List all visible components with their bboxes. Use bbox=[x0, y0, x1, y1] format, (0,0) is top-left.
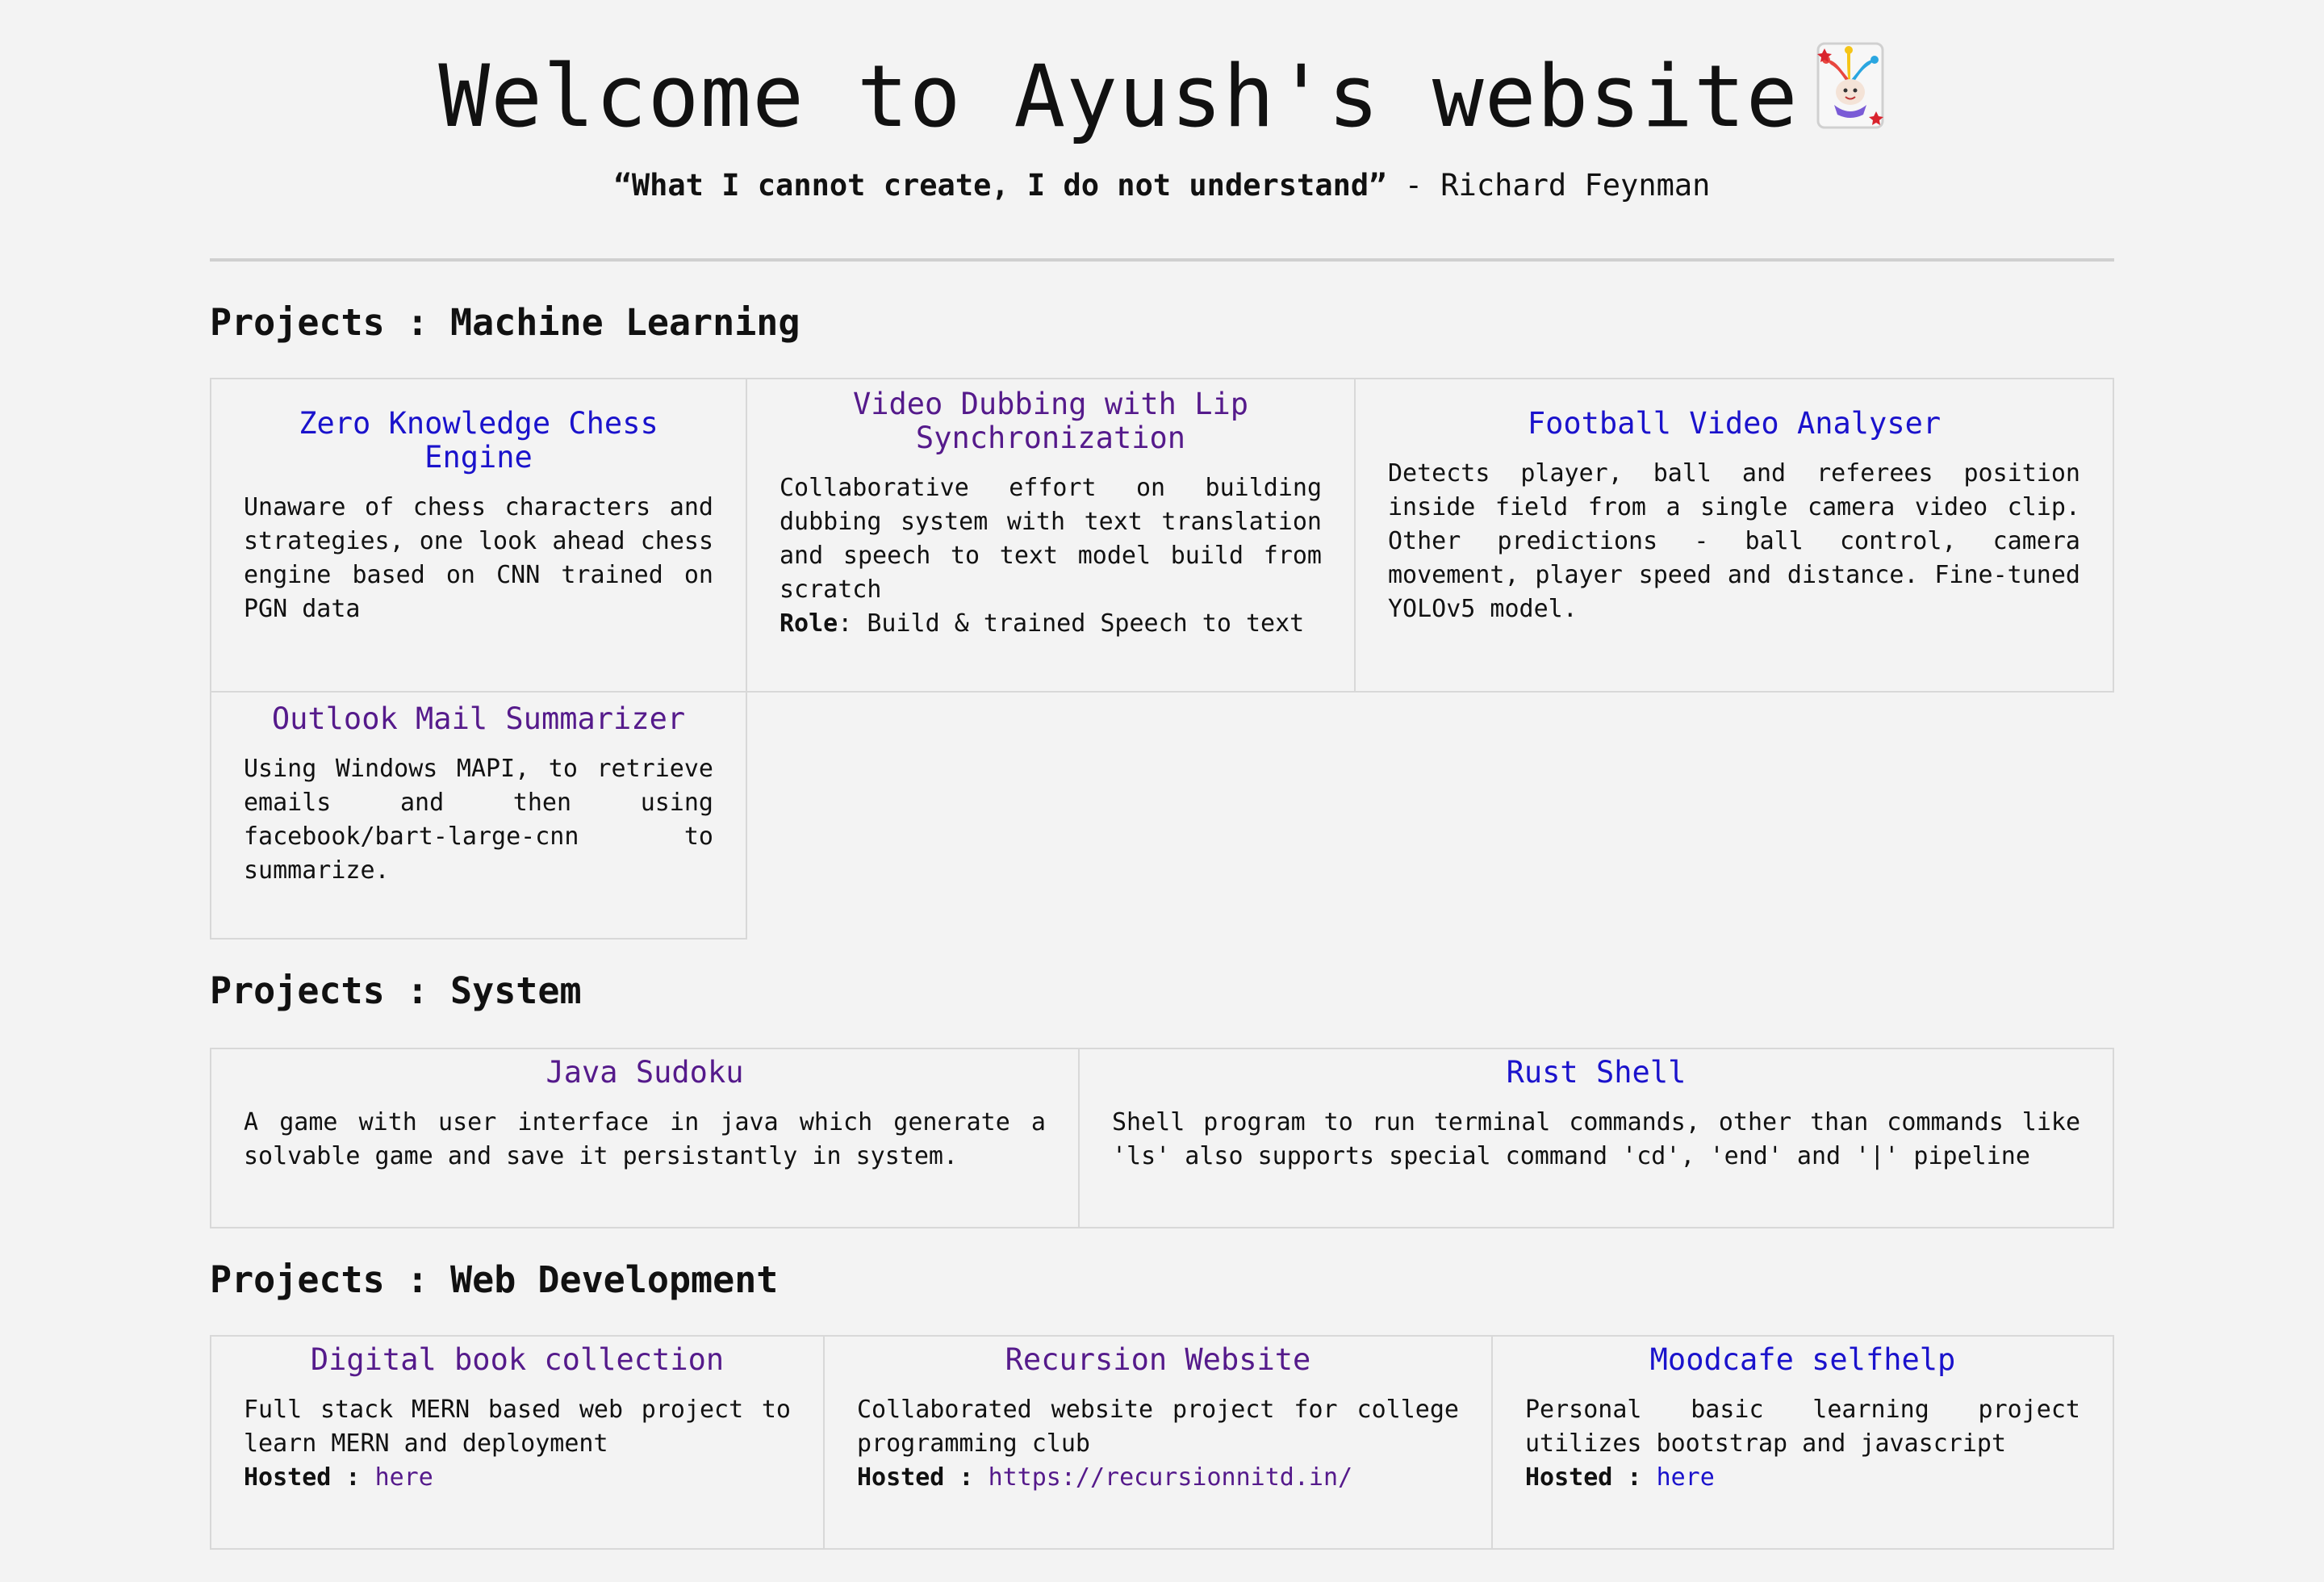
project-description: Full stack MERN based web project to lea… bbox=[244, 1396, 791, 1458]
project-title: Rust Shell bbox=[1112, 1056, 2080, 1090]
project-link-rust-shell[interactable]: Rust Shell bbox=[1507, 1055, 1687, 1090]
section-heading-ml: Projects : Machine Learning bbox=[210, 301, 800, 344]
project-link-sudoku[interactable]: Java Sudoku bbox=[545, 1055, 743, 1090]
title-text: Welcome to Ayush's website bbox=[438, 47, 1799, 146]
system-projects-grid: Java Sudoku A game with user interface i… bbox=[210, 1048, 2114, 1228]
project-link-dubbing[interactable]: Video Dubbing with Lip Synchronization bbox=[853, 387, 1248, 455]
quote-author: Richard Feynman bbox=[1440, 168, 1711, 203]
project-title: Video Dubbing with Lip Synchronization bbox=[780, 387, 1322, 455]
section-heading-system: Projects : System bbox=[210, 969, 582, 1012]
project-role: Role: Build & trained Speech to text bbox=[780, 607, 1322, 641]
project-title: Recursion Website bbox=[857, 1343, 1459, 1377]
project-description: Shell program to run terminal commands, … bbox=[1112, 1108, 2080, 1170]
section-heading-web: Projects : Web Development bbox=[210, 1258, 779, 1301]
hosted-label: Hosted : bbox=[244, 1463, 361, 1492]
project-card-sudoku: Java Sudoku A game with user interface i… bbox=[211, 1049, 1080, 1227]
role-label: Role bbox=[780, 609, 838, 638]
project-description: A game with user interface in java which… bbox=[244, 1108, 1046, 1170]
role-value: : Build & trained Speech to text bbox=[838, 609, 1305, 638]
hosted-link[interactable]: here bbox=[1657, 1463, 1715, 1492]
ml-projects-grid: Zero Knowledge Chess Engine Unaware of c… bbox=[210, 378, 2114, 940]
project-link-recursion[interactable]: Recursion Website bbox=[1005, 1342, 1311, 1377]
project-title: Digital book collection bbox=[244, 1343, 791, 1377]
project-card-outlook: Outlook Mail Summarizer Using Windows MA… bbox=[211, 693, 747, 938]
jester-icon bbox=[1815, 40, 1886, 154]
project-title: Football Video Analyser bbox=[1388, 407, 2080, 441]
project-title: Zero Knowledge Chess Engine bbox=[244, 407, 713, 475]
hosted-link[interactable]: https://recursionnitd.in/ bbox=[989, 1463, 1353, 1492]
project-description: Using Windows MAPI, to retrieve emails a… bbox=[244, 755, 713, 885]
page: Welcome to Ayush's website “What I canno… bbox=[0, 0, 2324, 1582]
project-card-chess: Zero Knowledge Chess Engine Unaware of c… bbox=[211, 379, 747, 693]
hosted-link[interactable]: here bbox=[375, 1463, 433, 1492]
project-description: Collaborated website project for college… bbox=[857, 1396, 1459, 1458]
hosted-line: Hosted : here bbox=[244, 1461, 791, 1495]
quote-separator: - bbox=[1386, 168, 1441, 203]
project-card-recursion: Recursion Website Collaborated website p… bbox=[825, 1337, 1493, 1548]
project-description: Unaware of chess characters and strategi… bbox=[244, 493, 713, 623]
project-description: Detects player, ball and referees positi… bbox=[1388, 459, 2080, 623]
project-card-football: Football Video Analyser Detects player, … bbox=[1356, 379, 2113, 693]
project-link-chess[interactable]: Zero Knowledge Chess Engine bbox=[299, 406, 658, 475]
project-title: Java Sudoku bbox=[244, 1056, 1046, 1090]
project-link-outlook[interactable]: Outlook Mail Summarizer bbox=[272, 701, 685, 736]
project-card-moodcafe: Moodcafe selfhelp Personal basic learnin… bbox=[1493, 1337, 2113, 1548]
project-title: Outlook Mail Summarizer bbox=[244, 702, 713, 736]
hosted-label: Hosted : bbox=[1525, 1463, 1642, 1492]
project-title: Moodcafe selfhelp bbox=[1525, 1343, 2080, 1377]
project-description: Personal basic learning project utilizes… bbox=[1525, 1396, 2080, 1458]
page-title: Welcome to Ayush's website bbox=[0, 40, 2324, 154]
project-description: Collaborative effort on building dubbing… bbox=[780, 474, 1322, 604]
project-link-football[interactable]: Football Video Analyser bbox=[1528, 406, 1941, 441]
quote: “What I cannot create, I do not understa… bbox=[0, 165, 2324, 206]
project-card-dubbing: Video Dubbing with Lip Synchronization C… bbox=[747, 379, 1356, 693]
hosted-line: Hosted : https://recursionnitd.in/ bbox=[857, 1461, 1459, 1495]
web-projects-grid: Digital book collection Full stack MERN … bbox=[210, 1335, 2114, 1550]
project-card-rust-shell: Rust Shell Shell program to run terminal… bbox=[1080, 1049, 2113, 1227]
quote-text: “What I cannot create, I do not understa… bbox=[613, 168, 1387, 203]
header-divider bbox=[210, 258, 2114, 262]
hosted-label: Hosted : bbox=[857, 1463, 974, 1492]
hosted-line: Hosted : here bbox=[1525, 1461, 2080, 1495]
empty-grid-space bbox=[747, 693, 2114, 940]
project-link-moodcafe[interactable]: Moodcafe selfhelp bbox=[1650, 1342, 1956, 1377]
project-link-book-collection[interactable]: Digital book collection bbox=[311, 1342, 724, 1377]
project-card-book-collection: Digital book collection Full stack MERN … bbox=[211, 1337, 825, 1548]
